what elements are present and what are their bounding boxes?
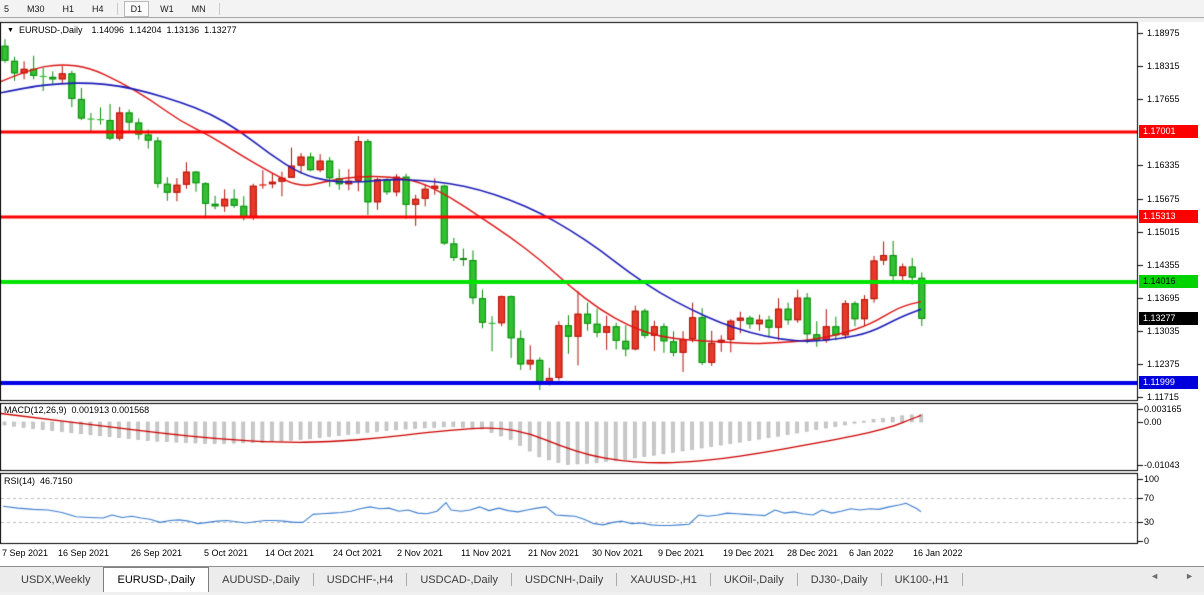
chevron-down-icon[interactable]: ▼ xyxy=(7,26,14,35)
price-axis-label: 1.13035 xyxy=(1147,326,1180,337)
ohlc-high: 1.14204 xyxy=(129,25,162,35)
price-axis-label: 1.13695 xyxy=(1147,293,1180,304)
chart-canvas[interactable] xyxy=(0,0,1204,595)
date-axis-label: 26 Sep 2021 xyxy=(131,548,182,558)
price-tag: 1.11999 xyxy=(1139,376,1198,389)
price-axis-label: 1.15015 xyxy=(1147,227,1180,238)
tabbar-left-pad xyxy=(0,567,8,592)
date-axis-label: 7 Sep 2021 xyxy=(2,548,48,558)
rsi-axis-label: 0 xyxy=(1144,536,1149,547)
chart-tab-audusd-daily[interactable]: AUDUSD-,Daily xyxy=(209,567,313,592)
date-axis-label: 28 Dec 2021 xyxy=(787,548,838,558)
chart-tab-uk100-h1[interactable]: UK100-,H1 xyxy=(882,567,962,592)
date-axis-label: 16 Sep 2021 xyxy=(58,548,109,558)
tab-scroll-right-icon[interactable]: ► xyxy=(1185,571,1194,581)
toolbar-separator xyxy=(117,3,118,15)
rsi-axis-label: 100 xyxy=(1144,474,1159,485)
tab-scroll-left-icon[interactable]: ◄ xyxy=(1150,571,1159,581)
macd-name: MACD(12,26,9) xyxy=(4,405,67,415)
macd-axis-label: -0.01043 xyxy=(1144,460,1180,471)
macd-axis-label: 0.003165 xyxy=(1144,404,1182,415)
price-axis-label: 1.11715 xyxy=(1147,392,1179,403)
price-axis-label: 1.18315 xyxy=(1147,61,1180,72)
price-tag: 1.17001 xyxy=(1139,125,1198,138)
ohlc-low: 1.13136 xyxy=(167,25,200,35)
date-axis-label: 14 Oct 2021 xyxy=(265,548,314,558)
date-axis-label: 9 Dec 2021 xyxy=(658,548,704,558)
date-axis-label: 30 Nov 2021 xyxy=(592,548,643,558)
date-axis-label: 19 Dec 2021 xyxy=(723,548,774,558)
chart-tab-bar: USDX,WeeklyEURUSD-,DailyAUDUSD-,DailyUSD… xyxy=(0,566,1204,592)
rsi-axis-label: 30 xyxy=(1144,517,1154,528)
price-axis-label: 1.15675 xyxy=(1147,194,1180,205)
date-axis-label: 21 Nov 2021 xyxy=(528,548,579,558)
macd-values: 0.001913 0.001568 xyxy=(72,405,150,415)
timeframe-button-5[interactable]: 5 xyxy=(0,1,16,17)
date-axis-label: 5 Oct 2021 xyxy=(204,548,248,558)
macd-indicator-label: MACD(12,26,9) 0.001913 0.001568 xyxy=(4,405,149,415)
price-axis-label: 1.17655 xyxy=(1147,94,1180,105)
rsi-value: 46.7150 xyxy=(40,476,73,486)
chart-tab-ukoil-daily[interactable]: UKOil-,Daily xyxy=(711,567,797,592)
price-axis-label: 1.16335 xyxy=(1147,160,1180,171)
timeframe-button-h1[interactable]: H1 xyxy=(56,1,82,17)
date-axis-label: 24 Oct 2021 xyxy=(333,548,382,558)
rsi-axis-label: 70 xyxy=(1144,493,1154,504)
price-axis-label: 1.18975 xyxy=(1147,28,1180,39)
price-tag: 1.14016 xyxy=(1139,275,1198,288)
price-tag: 1.15313 xyxy=(1139,210,1198,223)
rsi-indicator-label: RSI(14) 46.7150 xyxy=(4,476,73,486)
ohlc-close: 1.13277 xyxy=(204,25,237,35)
date-axis-label: 6 Jan 2022 xyxy=(849,548,894,558)
rsi-name: RSI(14) xyxy=(4,476,35,486)
tab-scroll-arrows: ◄ ► xyxy=(1150,571,1194,581)
timeframe-button-h4[interactable]: H4 xyxy=(85,1,111,17)
ohlc-open: 1.14096 xyxy=(91,25,124,35)
price-axis-label: 1.14355 xyxy=(1147,260,1180,271)
price-axis-label: 1.12375 xyxy=(1147,359,1180,370)
chart-tab-xauusd-h1[interactable]: XAUUSD-,H1 xyxy=(617,567,710,592)
chart-tab-dj30-daily[interactable]: DJ30-,Daily xyxy=(798,567,881,592)
macd-axis-label: 0.00 xyxy=(1144,417,1162,428)
timeframe-button-m30[interactable]: M30 xyxy=(20,1,52,17)
timeframe-toolbar: 5M30H1H4 D1W1MN xyxy=(0,0,1204,18)
timeframe-button-mn[interactable]: MN xyxy=(185,1,213,17)
chart-tab-eurusd-daily[interactable]: EURUSD-,Daily xyxy=(103,567,209,592)
date-axis-label: 16 Jan 2022 xyxy=(913,548,963,558)
chart-tab-usdcnh-daily[interactable]: USDCNH-,Daily xyxy=(512,567,616,592)
chart-tab-usdx-weekly[interactable]: USDX,Weekly xyxy=(8,567,103,592)
chart-tab-usdchf-h4[interactable]: USDCHF-,H4 xyxy=(314,567,407,592)
toolbar-separator xyxy=(219,3,220,15)
chart-title: ▼ EURUSD-,Daily 1.14096 1.14204 1.13136 … xyxy=(7,25,237,35)
date-axis-label: 2 Nov 2021 xyxy=(397,548,443,558)
price-tag: 1.13277 xyxy=(1139,312,1198,325)
tab-separator xyxy=(962,573,963,586)
chart-tab-usdcad-daily[interactable]: USDCAD-,Daily xyxy=(407,567,511,592)
date-axis-label: 11 Nov 2021 xyxy=(461,548,511,558)
timeframe-button-d1[interactable]: D1 xyxy=(124,1,150,17)
timeframe-button-w1[interactable]: W1 xyxy=(153,1,181,17)
symbol-period-label: EURUSD-,Daily xyxy=(19,25,83,35)
